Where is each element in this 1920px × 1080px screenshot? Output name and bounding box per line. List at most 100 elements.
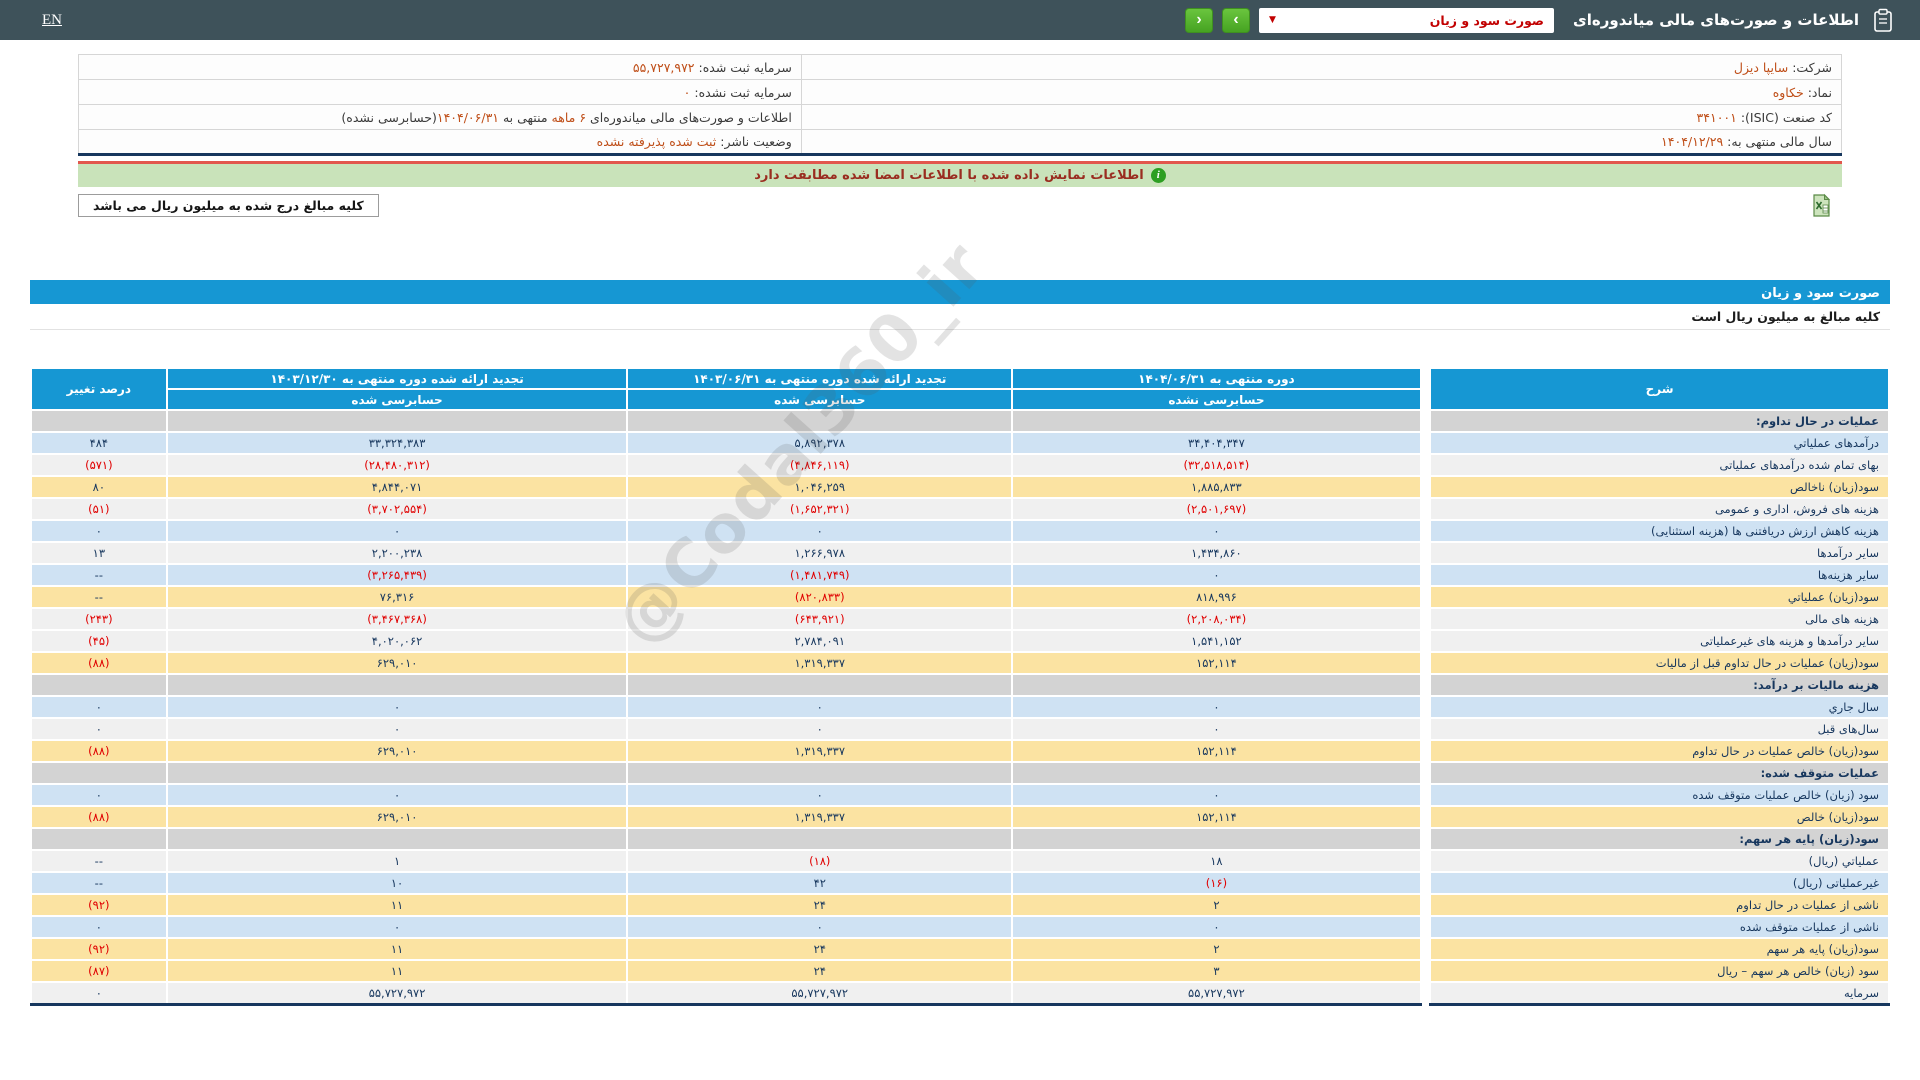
value-cell [1011,761,1422,785]
value-cell: ۱,۳۱۹,۳۳۷ [626,739,1014,763]
report-period-text: اطلاعات و صورت‌های مالی میاندوره‌ای [586,109,792,125]
company-info-table: شرکت: سایپا دیزل سرمایه ثبت شده: ۵۵,۷۲۷,… [78,54,1843,156]
row-label: عملیات در حال تداوم: [1429,409,1890,433]
percent-change-cell: ۰ [30,519,168,543]
row-label: سایر درآمدها و هزینه های غیرعملیاتی [1429,629,1890,653]
percent-change-cell: ۰ [30,915,168,939]
value-cell: ۸۱۸,۹۹۶ [1011,585,1422,609]
value-cell: (۶۴۳,۹۲۱) [626,607,1014,631]
statement-type-select[interactable]: صورت سود و زیان ▼ [1259,7,1555,33]
percent-change-cell: (۸۸) [30,651,168,675]
unregistered-capital-value: ۰ [683,84,691,100]
amounts-unit-note-box: کلیه مبالغ درج شده به میلیون ریال می باش… [78,194,379,217]
row-label: غیرعملیاتی (ریال) [1429,871,1890,895]
excel-export-icon[interactable] [1811,193,1832,218]
row-label: عملیاتي (ریال) [1429,849,1890,873]
value-cell: ۴۲ [626,871,1014,895]
value-cell: (۳,۲۶۵,۴۳۹) [165,563,629,587]
value-cell: (۸۲۰,۸۳۳) [626,585,1014,609]
info-icon: i [1150,168,1166,183]
value-cell: (۳,۴۶۷,۳۶۸) [165,607,629,631]
row-label: سود (زیان) خالص عملیات متوقف شده [1429,783,1890,807]
isic-label: کد صنعت (ISIC): [1740,109,1832,125]
symbol-value: خکاوه [1772,84,1804,100]
value-cell [165,673,629,697]
codal-statement-page: { "topbar": { "en_label": "EN", "title":… [0,0,1920,1080]
row-label: هزینه کاهش ارزش دریافتنی ها (هزینه استثن… [1429,519,1890,543]
value-cell [165,761,629,785]
value-cell: ۰ [165,915,629,939]
statement-type-selected-value: صورت سود و زیان [1429,12,1545,28]
separator-cell [1419,519,1432,543]
isic-value: ۳۴۱۰۰۱ [1696,109,1737,125]
separator-cell [1419,629,1432,653]
row-label: سایر هزینه‌ها [1429,563,1890,587]
value-cell: ۲,۲۰۰,۲۳۸ [165,541,629,565]
value-cell: ۷۶,۳۱۶ [165,585,629,609]
row-label: سود(زیان) خالص [1429,805,1890,829]
value-cell: ۲۴ [626,937,1014,961]
value-cell [165,827,629,851]
value-cell: ۱,۰۴۶,۲۵۹ [626,475,1014,499]
table-row: سرمایه ۵۵,۷۲۷,۹۷۲ ۵۵,۷۲۷,۹۷۲ ۵۵,۷۲۷,۹۷۲ ۰ [30,981,1890,1006]
separator-cell [1419,739,1432,763]
percent-change-cell [30,673,168,697]
value-cell: ۰ [165,695,629,719]
value-cell: ۲۴ [626,893,1014,917]
report-period-months: ۶ ماهه [551,109,587,125]
table-row: سایر درآمدها ۱,۴۳۴,۸۶۰ ۱,۲۶۶,۹۷۸ ۲,۲۰۰,۲۳۸ ۱… [30,541,1890,565]
value-cell: ۱۸ [1011,849,1422,873]
nav-back-button[interactable]: ‹ [1185,7,1214,33]
value-cell [1011,827,1422,851]
company-label: شرکت: [1792,59,1832,75]
value-cell: ۱۰ [165,871,629,895]
value-cell: (۲,۵۰۱,۶۹۷) [1011,497,1422,521]
separator-cell [1419,915,1432,939]
value-cell: ۴,۰۲۰,۰۶۲ [165,629,629,653]
percent-change-cell: (۸۸) [30,739,168,763]
table-row: سال‌های قبل ۰ ۰ ۰ ۰ [30,717,1890,741]
table-row: بهای تمام شده درآمدهای عملیاتی (۳۲,۵۱۸,۵۱… [30,453,1890,477]
info-row: شرکت: سایپا دیزل سرمایه ثبت شده: ۵۵,۷۲۷,… [78,54,1843,80]
percent-change-cell [30,761,168,785]
value-cell: ۱۵۲,۱۱۴ [1011,805,1422,829]
value-cell: ۱,۸۸۵,۸۳۳ [1011,475,1422,499]
row-label: درآمدهای عملیاتي [1429,431,1890,455]
percent-change-cell: -- [30,585,168,609]
separator-cell [1419,541,1432,565]
value-cell: ۱,۴۳۴,۸۶۰ [1011,541,1422,565]
row-label: ناشی از عملیات متوقف شده [1429,915,1890,939]
table-row: هزینه های مالی (۲,۲۰۸,۰۳۴) (۶۴۳,۹۲۱) (۳,۴۶۷… [30,607,1890,631]
language-toggle-link[interactable]: EN [42,12,62,29]
separator-cell [1419,871,1432,895]
value-cell: ۰ [626,695,1014,719]
report-period-cell: اطلاعات و صورت‌های مالی میاندوره‌ای ۶ ما… [78,104,802,130]
percent-change-cell: (۹۲) [30,937,168,961]
separator-cell [1419,651,1432,675]
separator-cell [1419,783,1432,807]
value-cell [165,409,629,433]
percent-change-cell: ۰ [30,981,168,1006]
value-cell: (۱۶) [1011,871,1422,895]
table-row: سایر هزینه‌ها ۰ (۱,۴۸۱,۷۴۹) (۳,۲۶۵,۴۳۹) -- [30,563,1890,587]
signed-info-banner: i اطلاعات نمایش داده شده با اطلاعات امضا… [78,161,1842,187]
row-label: هزینه مالیات بر درآمد: [1429,673,1890,697]
chevron-down-icon: ▼ [1269,14,1276,25]
table-row: هزینه کاهش ارزش دریافتنی ها (هزینه استثن… [30,519,1890,543]
symbol-cell: نماد: خکاوه [800,79,1843,105]
table-row: ناشی از عملیات متوقف شده ۰ ۰ ۰ ۰ [30,915,1890,939]
section-header-row: عملیات متوقف شده: [30,761,1890,785]
row-label: سود(زیان) عملیاتي [1429,585,1890,609]
table-row: درآمدهای عملیاتي ۳۴,۴۰۴,۳۴۷ ۵,۸۹۲,۳۷۸ ۳۳,۳۲… [30,431,1890,455]
table-row: سایر درآمدها و هزینه های غیرعملیاتی ۱,۵۴۱… [30,629,1890,653]
value-cell: ۰ [165,519,629,543]
value-cell [626,761,1014,785]
nav-forward-button[interactable]: › [1222,7,1251,33]
row-label: بهای تمام شده درآمدهای عملیاتی [1429,453,1890,477]
report-period-date: ۱۴۰۴/۰۶/۳۱ [436,109,499,125]
value-cell: ۱۱ [165,937,629,961]
row-label: سود(زیان) ناخالص [1429,475,1890,499]
percent-change-cell: ۸۰ [30,475,168,499]
table-row: سال جاري ۰ ۰ ۰ ۰ [30,695,1890,719]
signed-info-banner-text: اطلاعات نمایش داده شده با اطلاعات امضا ش… [754,168,1144,183]
